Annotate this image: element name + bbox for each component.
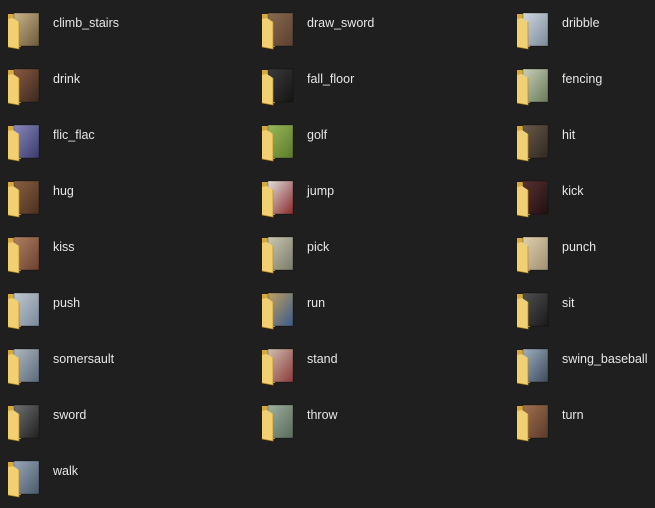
folder-name: pick: [307, 240, 330, 254]
folder-name: flic_flac: [53, 128, 95, 142]
folder-item[interactable]: swing_baseball: [516, 346, 655, 400]
folder-icon: [261, 10, 297, 50]
folder-name: draw_sword: [307, 16, 375, 30]
folder-name: throw: [307, 408, 338, 422]
folder-icon: [261, 290, 297, 330]
folder-icon: [261, 402, 297, 442]
folder-name: golf: [307, 128, 328, 142]
folder-name: swing_baseball: [562, 352, 648, 366]
folder-item[interactable]: somersault: [7, 346, 247, 400]
folder-name: hit: [562, 128, 576, 142]
folder-icon: [516, 402, 552, 442]
folder-item[interactable]: drink: [7, 66, 247, 120]
folder-item[interactable]: walk: [7, 458, 247, 508]
folder-name: run: [307, 296, 326, 310]
folder-icon: [516, 178, 552, 218]
folder-item[interactable]: hit: [516, 122, 655, 176]
folder-item[interactable]: climb_stairs: [7, 10, 247, 64]
folder-icon: [7, 66, 43, 106]
folder-item[interactable]: hug: [7, 178, 247, 232]
folder-item[interactable]: punch: [516, 234, 655, 288]
folder-name: walk: [53, 464, 79, 478]
folder-item[interactable]: kick: [516, 178, 655, 232]
folder-icon: [7, 122, 43, 162]
folder-name: stand: [307, 352, 338, 366]
folder-name: push: [53, 296, 81, 310]
folder-name: turn: [562, 408, 584, 422]
folder-icon: [7, 458, 43, 498]
folder-item[interactable]: sword: [7, 402, 247, 456]
folder-icon: [7, 10, 43, 50]
folder-name: sit: [562, 296, 575, 310]
folder-icon: [516, 10, 552, 50]
folder-icon: [516, 290, 552, 330]
folder-name: fencing: [562, 72, 603, 86]
folder-item[interactable]: throw: [261, 402, 501, 456]
folder-item[interactable]: golf: [261, 122, 501, 176]
folder-item[interactable]: fall_floor: [261, 66, 501, 120]
folder-name: climb_stairs: [53, 16, 119, 30]
file-explorer-view: climb_stairs draw_sword dribble drink fall_f…: [0, 0, 655, 508]
folder-name: somersault: [53, 352, 115, 366]
folder-name: dribble: [562, 16, 600, 30]
folder-item[interactable]: turn: [516, 402, 655, 456]
folder-icon: [261, 66, 297, 106]
folder-item[interactable]: draw_sword: [261, 10, 501, 64]
folder-icon: [261, 122, 297, 162]
folder-item[interactable]: push: [7, 290, 247, 344]
folder-item[interactable]: fencing: [516, 66, 655, 120]
folder-icon: [516, 346, 552, 386]
folder-item[interactable]: flic_flac: [7, 122, 247, 176]
folder-icon: [7, 178, 43, 218]
folder-icon: [7, 402, 43, 442]
folder-icon: [261, 234, 297, 274]
folder-item[interactable]: pick: [261, 234, 501, 288]
folder-name: kick: [562, 184, 584, 198]
folder-name: punch: [562, 240, 597, 254]
folder-icon: [261, 178, 297, 218]
folder-icon: [516, 66, 552, 106]
folder-icon: [7, 234, 43, 274]
folder-item[interactable]: dribble: [516, 10, 655, 64]
folder-item[interactable]: jump: [261, 178, 501, 232]
folder-item[interactable]: sit: [516, 290, 655, 344]
folder-icon: [261, 346, 297, 386]
folder-name: kiss: [53, 240, 75, 254]
folder-icon: [516, 122, 552, 162]
folder-name: jump: [307, 184, 335, 198]
folder-item[interactable]: kiss: [7, 234, 247, 288]
folder-icon: [7, 290, 43, 330]
folder-name: drink: [53, 72, 81, 86]
folder-name: sword: [53, 408, 87, 422]
folder-icon: [516, 234, 552, 274]
folder-icon: [7, 346, 43, 386]
folder-item[interactable]: run: [261, 290, 501, 344]
folder-name: fall_floor: [307, 72, 355, 86]
folder-item[interactable]: stand: [261, 346, 501, 400]
folder-name: hug: [53, 184, 74, 198]
